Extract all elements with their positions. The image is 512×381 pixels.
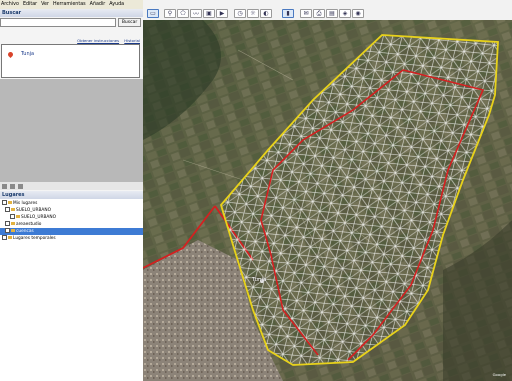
search-row: Buscar — [0, 17, 143, 29]
imagery-attribution: Google — [492, 372, 506, 377]
search-panel-header[interactable]: Buscar — [0, 9, 143, 17]
toolbar: ▭ ⚲ ⬠ 〰 ▣ ▶ ◷ ☼ ◐ ▮ ✉ ⎙ ▤ ◈ ◉ — [143, 0, 512, 21]
search-button[interactable]: Buscar — [118, 18, 141, 27]
tree-item-my-places[interactable]: Mis lugares — [0, 200, 145, 207]
planets-icon[interactable]: ◐ — [260, 9, 272, 18]
tree-item-cuencas[interactable]: cuencas — [0, 228, 148, 235]
tree-item-suelo-urbano[interactable]: SUELO_URBANO — [0, 207, 148, 214]
checkbox[interactable] — [5, 207, 10, 212]
email-icon[interactable]: ✉ — [300, 9, 312, 18]
checkbox[interactable] — [2, 200, 7, 205]
search-results: Tunja — [1, 44, 140, 78]
folder-icon — [8, 201, 12, 204]
tree-item-temporary-places[interactable]: Lugares temporales — [0, 235, 145, 242]
layer-icon — [16, 215, 20, 218]
print-icon[interactable]: ⎙ — [313, 9, 325, 18]
checkbox[interactable] — [10, 214, 15, 219]
menu-editar[interactable]: Editar — [22, 2, 40, 7]
sidebar-toggle-icon[interactable]: ▭ — [147, 9, 159, 18]
sidebar: Buscar Buscar Obtener instrucciones Hist… — [0, 9, 148, 381]
menu-anadir[interactable]: Añadir — [89, 2, 109, 7]
save-image-icon[interactable]: ▤ — [326, 9, 338, 18]
menu-bar: Archivo Editar Ver Herramientas Añadir A… — [0, 0, 143, 9]
menu-herramientas[interactable]: Herramientas — [52, 2, 89, 7]
menu-ayuda[interactable]: Ayuda — [108, 2, 127, 7]
maps-icon[interactable]: ◈ — [339, 9, 351, 18]
tree-item-areaestudio[interactable]: areaestudio — [0, 221, 148, 228]
menu-archivo[interactable]: Archivo — [0, 2, 22, 7]
search-links: Obtener instrucciones Historial — [73, 38, 140, 43]
sun-icon[interactable]: ☼ — [247, 9, 259, 18]
earth-gallery-icon[interactable]: ◉ — [352, 9, 364, 18]
path-icon[interactable]: 〰 — [190, 9, 202, 18]
folder-icon — [11, 208, 15, 211]
placemark-pin-icon — [6, 50, 15, 59]
places-panel-header[interactable]: Lugares — [0, 191, 143, 199]
tour-icon[interactable]: ▶ — [216, 9, 228, 18]
results-empty-area — [0, 79, 143, 182]
map-view[interactable]: Tunja Google — [143, 20, 512, 381]
directions-link[interactable]: Obtener instrucciones — [77, 38, 119, 43]
city-label: Tunja — [252, 277, 267, 283]
result-item[interactable]: Tunja — [21, 51, 34, 57]
overlay-icon[interactable]: ▣ — [203, 9, 215, 18]
checkbox[interactable] — [2, 235, 7, 240]
places-tree: Mis lugares SUELO_URBANO SUELO_URBANO ar… — [0, 199, 148, 381]
ruler-icon[interactable]: ▮ — [282, 9, 294, 18]
satellite-imagery — [143, 20, 512, 381]
panel-mini-toolbar — [0, 182, 143, 190]
checkbox[interactable] — [5, 228, 10, 233]
folder-icon — [8, 236, 12, 239]
search-input[interactable] — [0, 18, 116, 27]
tree-item-suelo-urbano-sub[interactable]: SUELO_URBANO — [0, 214, 153, 221]
places-panel-title: Lugares — [2, 192, 25, 198]
panel-options-icon[interactable] — [18, 183, 23, 189]
layer-icon — [11, 229, 15, 232]
collapse-icon[interactable] — [2, 183, 7, 189]
placemark-icon[interactable]: ⚲ — [164, 9, 176, 18]
layer-icon — [11, 222, 15, 225]
checkbox[interactable] — [5, 221, 10, 226]
history-icon[interactable]: ◷ — [234, 9, 246, 18]
expand-icon[interactable] — [10, 183, 15, 189]
menu-ver[interactable]: Ver — [40, 2, 52, 7]
search-panel-title: Buscar — [2, 10, 22, 16]
history-link[interactable]: Historial — [124, 38, 140, 43]
polygon-icon[interactable]: ⬠ — [177, 9, 189, 18]
